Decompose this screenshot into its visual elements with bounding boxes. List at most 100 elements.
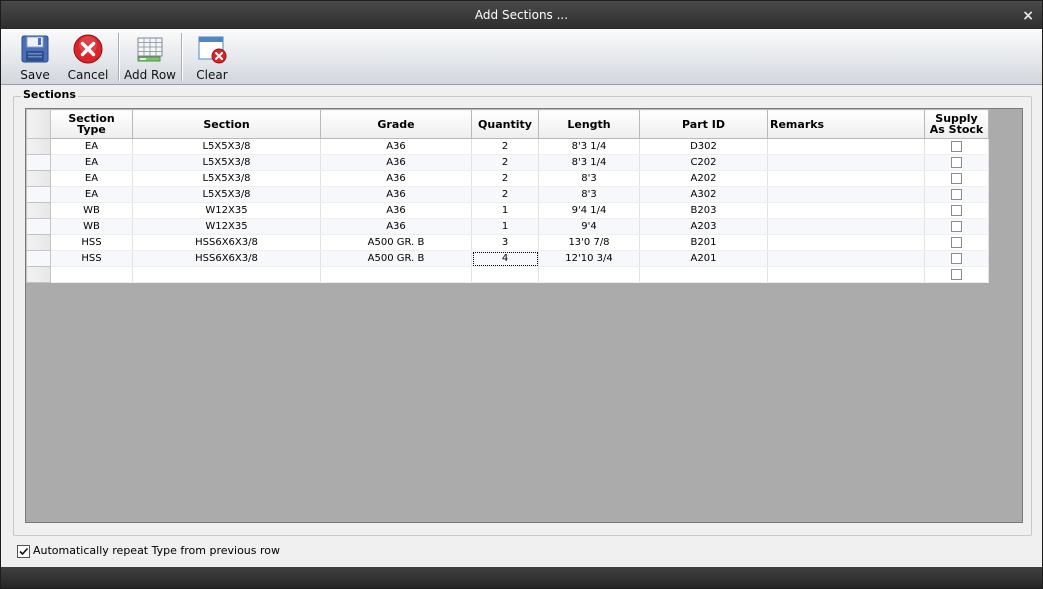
row-header[interactable] [26, 202, 51, 219]
cell-section[interactable]: L5X5X3/8 [132, 186, 321, 203]
cell-remarks[interactable] [767, 170, 925, 187]
cell-remarks[interactable] [767, 186, 925, 203]
row-header-corner[interactable] [26, 109, 51, 139]
supply-as-stock-checkbox[interactable] [951, 204, 962, 216]
cell-length[interactable]: 12'10 3/4 [538, 250, 640, 267]
add-row-button[interactable]: Add Row [122, 33, 178, 83]
table-row[interactable]: EA L5X5X3/8 A36 2 8'3 1/4 D302 [26, 138, 989, 155]
cell-part-id[interactable]: C202 [639, 154, 768, 171]
column-header-supply-as-stock[interactable]: Supply As Stock [924, 109, 989, 139]
cell-section-type[interactable] [50, 266, 133, 283]
row-header[interactable] [26, 250, 51, 267]
cell-part-id[interactable]: B201 [639, 234, 768, 251]
supply-as-stock-checkbox[interactable] [951, 156, 962, 168]
cell-section-type[interactable]: EA [50, 186, 133, 203]
cell-grade[interactable]: A500 GR. B [320, 250, 472, 267]
row-header[interactable] [26, 170, 51, 187]
supply-as-stock-checkbox[interactable] [951, 188, 962, 200]
row-header[interactable] [26, 266, 51, 283]
cell-section[interactable]: L5X5X3/8 [132, 170, 321, 187]
cell-length[interactable]: 13'0 7/8 [538, 234, 640, 251]
cancel-button[interactable]: Cancel [63, 33, 113, 83]
row-header[interactable] [26, 154, 51, 171]
cell-section-type[interactable]: HSS [50, 234, 133, 251]
cell-part-id[interactable] [639, 266, 768, 283]
save-button[interactable]: Save [11, 33, 59, 83]
cell-remarks[interactable] [767, 154, 925, 171]
cell-grade[interactable]: A36 [320, 186, 472, 203]
cell-quantity[interactable]: 1 [471, 202, 539, 219]
cell-remarks[interactable] [767, 250, 925, 267]
cell-section-type[interactable]: EA [50, 154, 133, 171]
cell-section[interactable]: W12X35 [132, 202, 321, 219]
cell-remarks[interactable] [767, 234, 925, 251]
column-header-quantity[interactable]: Quantity [471, 109, 539, 139]
cell-section[interactable]: L5X5X3/8 [132, 154, 321, 171]
cell-quantity[interactable] [471, 266, 539, 283]
cell-section-type[interactable]: WB [50, 218, 133, 235]
cell-grade[interactable]: A36 [320, 138, 472, 155]
row-header[interactable] [26, 234, 51, 251]
supply-as-stock-checkbox[interactable] [951, 172, 962, 184]
cell-length[interactable]: 9'4 1/4 [538, 202, 640, 219]
supply-as-stock-checkbox[interactable] [951, 220, 962, 232]
cell-part-id[interactable]: A302 [639, 186, 768, 203]
row-header[interactable] [26, 138, 51, 155]
cell-remarks[interactable] [767, 218, 925, 235]
cell-remarks[interactable] [767, 266, 925, 283]
table-row[interactable]: WB W12X35 A36 1 9'4 A203 [26, 218, 989, 235]
column-header-section-type[interactable]: Section Type [50, 109, 133, 139]
cell-remarks[interactable] [767, 138, 925, 155]
cell-grade[interactable]: A36 [320, 170, 472, 187]
clear-button[interactable]: Clear [189, 33, 235, 83]
cell-part-id[interactable]: A201 [639, 250, 768, 267]
row-header[interactable] [26, 186, 51, 203]
cell-quantity[interactable]: 3 [471, 234, 539, 251]
table-row[interactable] [26, 266, 989, 283]
cell-length[interactable]: 8'3 1/4 [538, 154, 640, 171]
cell-section-type[interactable]: EA [50, 138, 133, 155]
cell-grade[interactable]: A500 GR. B [320, 234, 472, 251]
row-header[interactable] [26, 218, 51, 235]
cell-length[interactable]: 9'4 [538, 218, 640, 235]
column-header-grade[interactable]: Grade [320, 109, 472, 139]
cell-length[interactable] [538, 266, 640, 283]
supply-as-stock-checkbox[interactable] [951, 236, 962, 248]
cell-length[interactable]: 8'3 [538, 186, 640, 203]
cell-quantity[interactable]: 1 [471, 218, 539, 235]
cell-length[interactable]: 8'3 [538, 170, 640, 187]
column-header-section[interactable]: Section [132, 109, 321, 139]
table-row[interactable]: EA L5X5X3/8 A36 2 8'3 A302 [26, 186, 989, 203]
cell-grade[interactable]: A36 [320, 202, 472, 219]
cell-quantity[interactable]: 4 [471, 250, 539, 267]
close-icon[interactable]: × [1022, 1, 1034, 29]
supply-as-stock-checkbox[interactable] [951, 268, 962, 280]
table-row[interactable]: EA L5X5X3/8 A36 2 8'3 1/4 C202 [26, 154, 989, 171]
cell-section[interactable]: HSS6X6X3/8 [132, 250, 321, 267]
cell-grade[interactable]: A36 [320, 154, 472, 171]
cell-quantity[interactable]: 2 [471, 138, 539, 155]
cell-part-id[interactable]: A203 [639, 218, 768, 235]
auto-repeat-checkbox-box[interactable] [17, 544, 30, 558]
table-row[interactable]: HSS HSS6X6X3/8 A500 GR. B 3 13'0 7/8 B201 [26, 234, 989, 251]
supply-as-stock-checkbox[interactable] [951, 140, 962, 152]
table-row[interactable]: HSS HSS6X6X3/8 A500 GR. B 4 12'10 3/4 A201 [26, 250, 989, 267]
table-row[interactable]: EA L5X5X3/8 A36 2 8'3 A202 [26, 170, 989, 187]
column-header-remarks[interactable]: Remarks [767, 109, 925, 139]
cell-length[interactable]: 8'3 1/4 [538, 138, 640, 155]
cell-section[interactable]: L5X5X3/8 [132, 138, 321, 155]
cell-quantity[interactable]: 2 [471, 154, 539, 171]
cell-section-type[interactable]: WB [50, 202, 133, 219]
cell-part-id[interactable]: A202 [639, 170, 768, 187]
cell-section-type[interactable]: EA [50, 170, 133, 187]
auto-repeat-checkbox[interactable]: Automatically repeat Type from previous … [17, 544, 280, 558]
cell-quantity[interactable]: 2 [471, 170, 539, 187]
column-header-length[interactable]: Length [538, 109, 640, 139]
cell-part-id[interactable]: B203 [639, 202, 768, 219]
cell-grade[interactable] [320, 266, 472, 283]
cell-section[interactable]: HSS6X6X3/8 [132, 234, 321, 251]
cell-quantity[interactable]: 2 [471, 186, 539, 203]
cell-section[interactable]: W12X35 [132, 218, 321, 235]
cell-grade[interactable]: A36 [320, 218, 472, 235]
cell-part-id[interactable]: D302 [639, 138, 768, 155]
